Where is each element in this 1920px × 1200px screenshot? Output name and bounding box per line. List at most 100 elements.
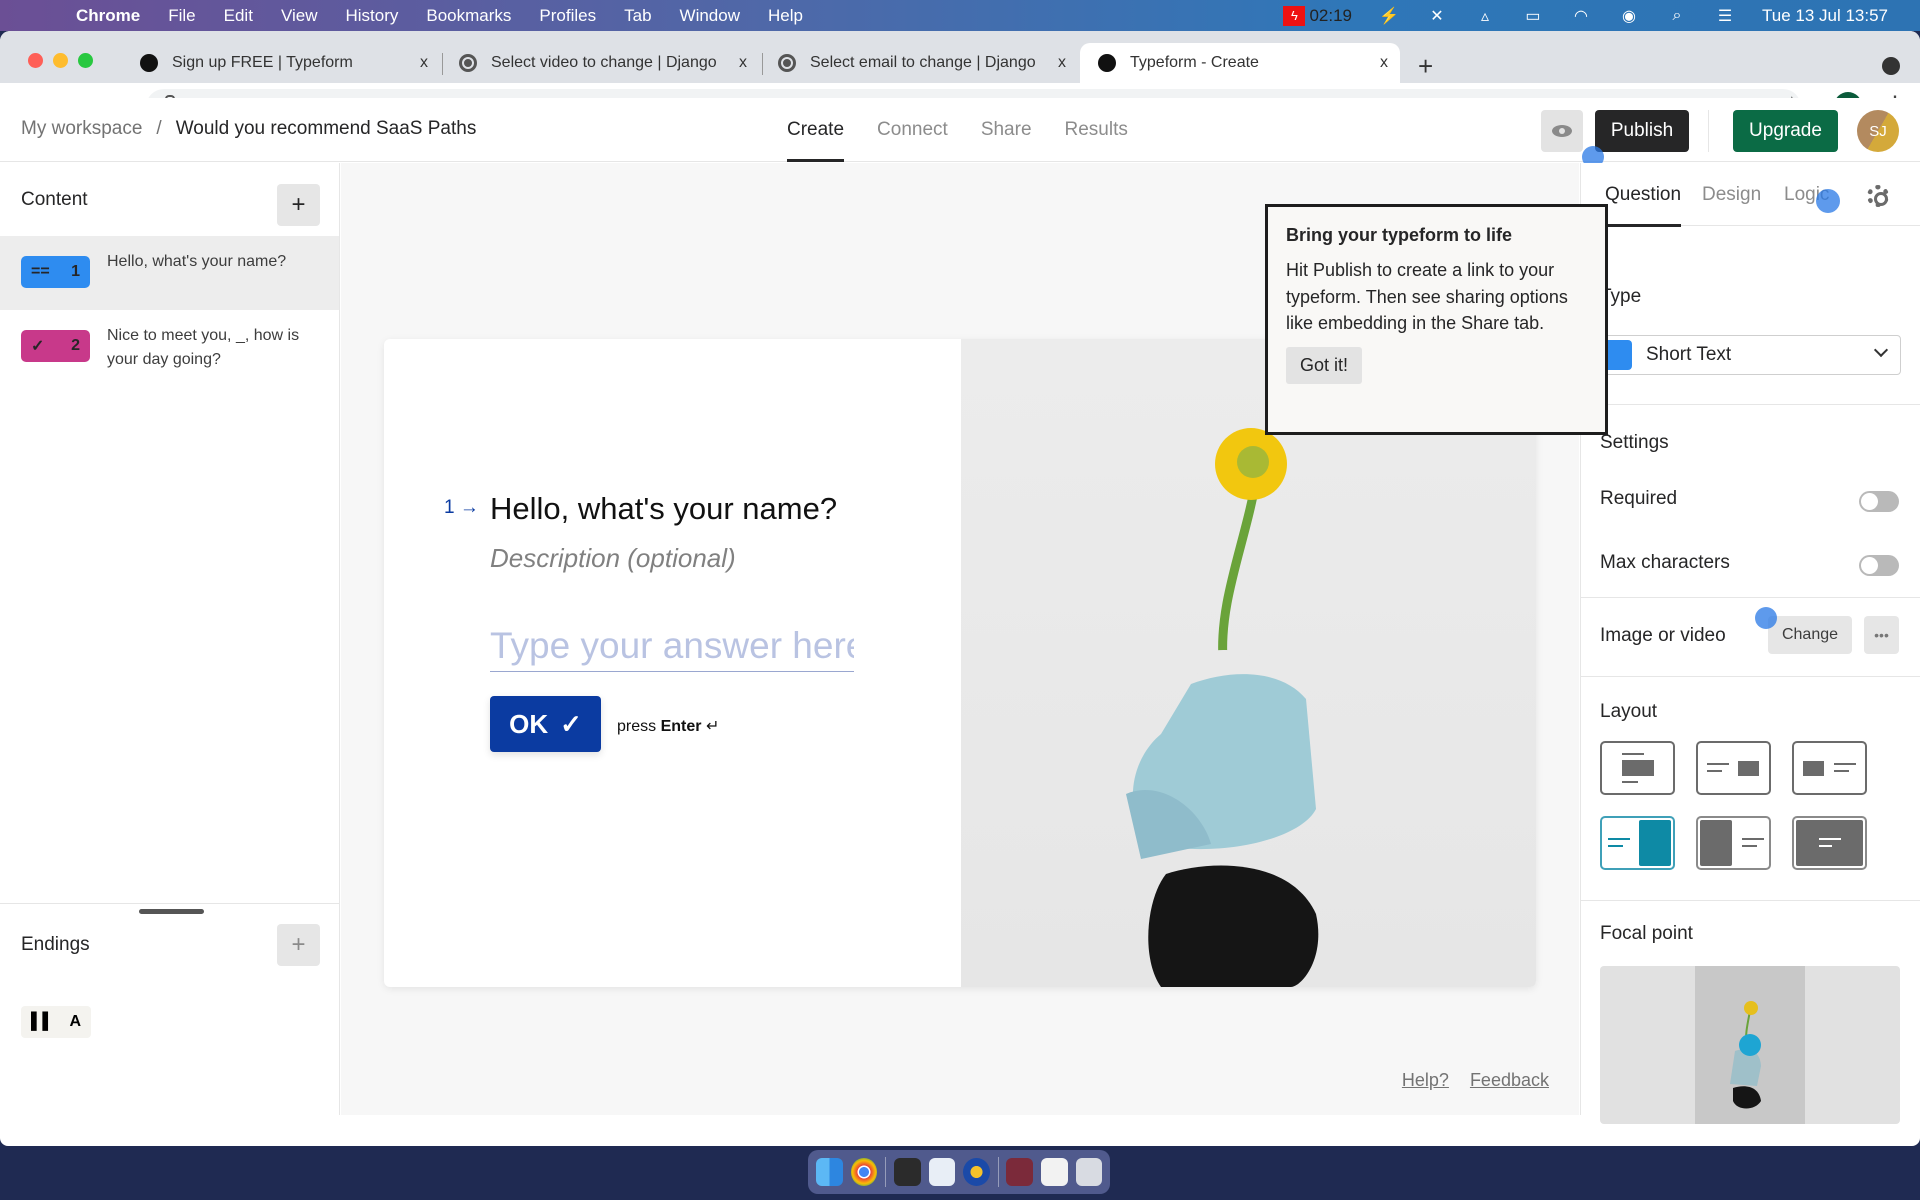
chrome-icon[interactable] — [850, 1158, 878, 1186]
breadcrumb-workspace[interactable]: My workspace — [21, 118, 142, 139]
publish-button[interactable]: Publish — [1595, 110, 1689, 152]
tab-share[interactable]: Share — [981, 98, 1032, 162]
divider — [1581, 404, 1920, 405]
ok-button[interactable]: OK ✓ — [490, 696, 601, 752]
tab-strip: Sign up FREE | Typeform x Select video t… — [0, 31, 1920, 83]
reeder-icon[interactable] — [963, 1158, 990, 1186]
menu-file[interactable]: File — [168, 6, 195, 26]
main-tabs: Create Connect Share Results — [787, 98, 1128, 162]
globe-icon — [459, 54, 477, 72]
tab-design[interactable]: Design — [1702, 184, 1761, 206]
browser-tab-4-active[interactable]: Typeform - Create x — [1080, 43, 1400, 83]
close-window-button[interactable] — [28, 53, 43, 68]
help-link[interactable]: Help? — [1402, 1070, 1449, 1091]
tab-results[interactable]: Results — [1065, 98, 1128, 162]
question-text: Nice to meet you, _, how is your day goi… — [107, 327, 300, 368]
screenshot-stack-icon[interactable] — [1041, 1158, 1068, 1186]
required-toggle[interactable] — [1859, 491, 1899, 512]
check-icon: ✓ — [560, 708, 582, 739]
preview-button[interactable] — [1541, 110, 1583, 152]
question-number-indicator: 1 → — [444, 497, 479, 518]
trash-icon[interactable] — [1075, 1158, 1103, 1186]
description-editor[interactable]: Description (optional) — [490, 543, 736, 574]
menu-profiles[interactable]: Profiles — [539, 6, 596, 26]
ending-item[interactable]: ▌▌ A — [21, 1006, 91, 1038]
add-ending-button[interactable]: + — [277, 924, 320, 966]
flash-icon[interactable]: ⚡ — [1378, 5, 1400, 27]
answer-input[interactable] — [490, 621, 854, 672]
divider — [1581, 597, 1920, 598]
tab-question[interactable]: Question — [1594, 184, 1682, 227]
layout-option-stack[interactable] — [1600, 741, 1675, 795]
browser-tab-1[interactable]: Sign up FREE | Typeform x — [140, 43, 440, 83]
tooltip-title: Bring your typeform to life — [1286, 225, 1513, 245]
menu-tab[interactable]: Tab — [624, 6, 651, 26]
max-characters-toggle[interactable] — [1859, 555, 1899, 576]
quicktime-icon[interactable] — [893, 1158, 921, 1186]
divider — [1581, 676, 1920, 677]
menu-bookmarks[interactable]: Bookmarks — [426, 6, 511, 26]
change-media-button[interactable]: Change — [1768, 616, 1852, 654]
eye-icon — [1552, 125, 1572, 137]
menu-help[interactable]: Help — [768, 6, 803, 26]
wifi-icon[interactable]: ◠ — [1570, 5, 1592, 27]
close-tab-icon[interactable]: x — [420, 54, 428, 72]
airplay-icon[interactable]: ▵ — [1474, 5, 1496, 27]
upgrade-button[interactable]: Upgrade — [1733, 110, 1838, 152]
window-controls — [28, 53, 93, 68]
resize-handle[interactable] — [139, 909, 204, 914]
layout-option-fullsplit-left[interactable] — [1696, 816, 1771, 870]
layout-option-wallpaper[interactable] — [1792, 816, 1867, 870]
menu-edit[interactable]: Edit — [224, 6, 253, 26]
spotlight-search-icon[interactable]: ⌕ — [1666, 5, 1688, 27]
question-number: 1 — [71, 263, 80, 280]
menu-view[interactable]: View — [281, 6, 318, 26]
gear-icon[interactable] — [1867, 185, 1889, 207]
publish-onboarding-tooltip: Bring your typeform to life Hit Publish … — [1265, 204, 1608, 435]
user-avatar[interactable]: SJ — [1857, 110, 1899, 152]
battery-icon[interactable]: ▭ — [1522, 5, 1544, 27]
add-question-button[interactable]: + — [277, 184, 320, 226]
focal-point-picker[interactable] — [1600, 966, 1900, 1124]
typeform-favicon-icon — [1098, 54, 1116, 72]
recording-indicator[interactable]: ϟ 02:19 — [1283, 5, 1352, 26]
canvas-footer-links: Help? Feedback — [1402, 1070, 1549, 1091]
close-tab-icon[interactable]: x — [739, 54, 747, 72]
macos-menubar: Chrome File Edit View History Bookmarks … — [0, 0, 1920, 31]
question-list-item[interactable]: ✓ 2 Nice to meet you, _, how is your day … — [0, 310, 339, 384]
browser-tab-3[interactable]: Select email to change | Django x — [778, 43, 1078, 83]
click-indicator — [1755, 607, 1777, 629]
question-title-editor[interactable]: Hello, what's your name? — [490, 491, 837, 527]
browser-tab-2[interactable]: Select video to change | Django x — [459, 43, 759, 83]
close-tab-icon[interactable]: x — [1380, 54, 1388, 72]
close-tab-icon[interactable]: x — [1058, 54, 1066, 72]
got-it-button[interactable]: Got it! — [1286, 346, 1363, 384]
bluetooth-off-icon[interactable]: ✕ — [1426, 5, 1448, 27]
more-options-button[interactable]: ••• — [1864, 616, 1899, 654]
tab-connect[interactable]: Connect — [877, 98, 948, 162]
question-type-select[interactable]: Short Text — [1597, 335, 1901, 375]
type-value: Short Text — [1646, 344, 1732, 365]
feedback-link[interactable]: Feedback — [1470, 1070, 1549, 1091]
clock[interactable]: Tue 13 Jul 13:57 — [1762, 6, 1888, 26]
layout-option-split-image-left[interactable] — [1792, 741, 1867, 795]
menu-window[interactable]: Window — [680, 6, 740, 26]
form-title[interactable]: Would you recommend SaaS Paths — [176, 118, 477, 139]
menu-history[interactable]: History — [345, 6, 398, 26]
downloads-stack-icon[interactable] — [1006, 1158, 1033, 1186]
menu-app-name[interactable]: Chrome — [76, 6, 140, 26]
tab-search-icon[interactable] — [1882, 57, 1900, 75]
question-list-item[interactable]: == 1 Hello, what's your name? — [0, 236, 339, 310]
control-center-icon[interactable]: ☰ — [1714, 5, 1736, 27]
new-tab-button[interactable]: + — [1418, 51, 1433, 82]
maximize-window-button[interactable] — [78, 53, 93, 68]
finder-icon[interactable] — [816, 1158, 843, 1186]
endings-heading: Endings — [21, 934, 90, 955]
1password-icon[interactable] — [928, 1158, 956, 1186]
user-icon[interactable]: ◉ — [1618, 5, 1640, 27]
minimize-window-button[interactable] — [53, 53, 68, 68]
layout-option-split-image-right[interactable] — [1696, 741, 1771, 795]
layout-option-fullsplit-right-selected[interactable] — [1600, 816, 1675, 870]
focal-point-handle[interactable] — [1739, 1034, 1761, 1056]
tab-create[interactable]: Create — [787, 98, 845, 162]
